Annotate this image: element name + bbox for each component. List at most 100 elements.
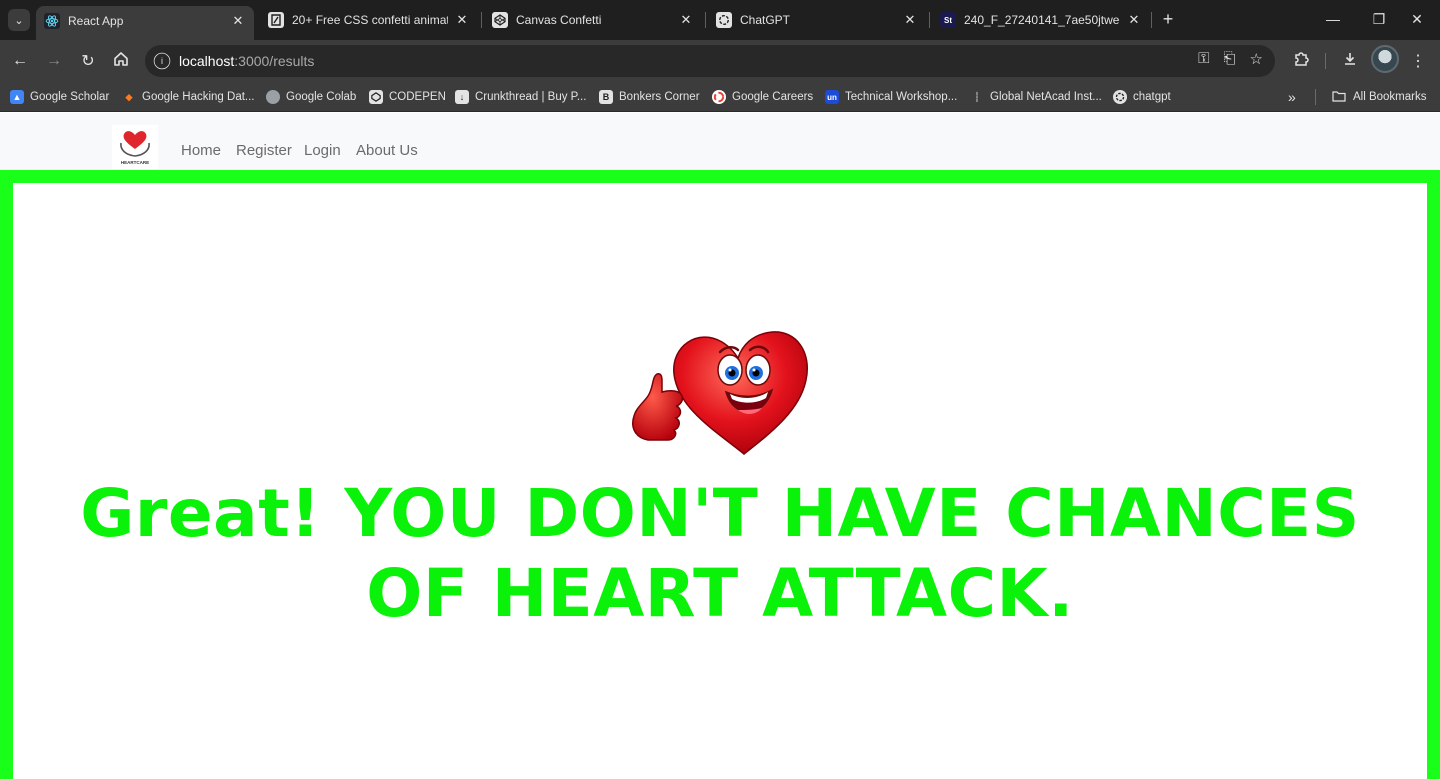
plus-icon: + (1162, 8, 1174, 29)
install-app-icon[interactable]: ⎗ (1224, 50, 1236, 68)
scholar-icon: ▲ (10, 90, 24, 104)
bookmark-label: Global NetAcad Inst... (990, 91, 1102, 103)
tab-react-app[interactable]: React App ✕ (36, 6, 254, 40)
minimize-button[interactable]: — (1310, 0, 1356, 38)
site-info-icon[interactable]: i (153, 52, 171, 70)
bookmarks-overflow-button[interactable]: » (1288, 87, 1296, 107)
tab-title: 240_F_27240141_7ae50jtwe7zyl (964, 13, 1120, 27)
bookmark-label: Google Hacking Dat... (142, 91, 255, 103)
more-vertical-icon: ⋮ (1410, 53, 1426, 70)
bookmark-bonkers-corner[interactable]: B Bonkers Corner (599, 87, 700, 107)
all-bookmarks-button[interactable]: All Bookmarks (1332, 87, 1427, 107)
result-message: Great! YOU DON'T HAVE CHANCES OF HEART A… (80, 475, 1360, 632)
reload-icon: ↻ (81, 53, 95, 70)
extensions-button[interactable] (1289, 49, 1313, 73)
bookmark-label: Crunkthread | Buy P... (475, 91, 587, 103)
stock-icon: St (940, 12, 956, 28)
arrow-right-icon: → (46, 52, 62, 69)
bonkers-icon: B (599, 90, 613, 104)
bookmark-label: CODEPEN (389, 91, 446, 103)
forward-button[interactable]: → (42, 49, 66, 73)
reload-button[interactable]: ↻ (76, 49, 100, 73)
bookmark-label: Google Careers (732, 91, 814, 103)
hacking-icon: ◆ (125, 91, 133, 102)
all-bookmarks-label: All Bookmarks (1353, 91, 1427, 103)
browser-toolbar: ← → ↻ i localhost:3000/results ⚿ ⎗ ☆ ⋮ (0, 40, 1440, 82)
restore-icon: ❐ (1372, 10, 1386, 27)
back-button[interactable]: ← (8, 49, 32, 73)
downloads-button[interactable] (1338, 49, 1362, 73)
chatgpt-icon (716, 12, 732, 28)
tab-separator (705, 12, 706, 28)
home-button[interactable] (109, 49, 133, 73)
codepen-icon (369, 90, 383, 104)
minimize-icon: — (1326, 11, 1340, 27)
new-tab-button[interactable]: + (1157, 8, 1179, 30)
tab-title: React App (68, 14, 124, 28)
tab-canvas-confetti[interactable]: Canvas Confetti ✕ (484, 6, 702, 34)
bookmarks-bar: ▲ Google Scholar ◆ Google Hacking Dat...… (0, 82, 1440, 112)
bookmark-label: Technical Workshop... (845, 91, 958, 103)
chevron-down-icon: ⌄ (14, 14, 24, 27)
tab-separator (929, 12, 930, 28)
freefrontend-icon (268, 12, 284, 28)
nav-about-us[interactable]: About Us (356, 142, 418, 159)
logo-text: HEARTCARE (121, 160, 149, 165)
puzzle-icon (1293, 51, 1309, 72)
bookmark-global-netacad[interactable]: ┇ Global NetAcad Inst... (970, 87, 1102, 107)
nav-home[interactable]: Home (181, 142, 221, 159)
app-navbar: HEARTCARE Home Register Login About Us (0, 113, 1440, 170)
brand-logo[interactable]: HEARTCARE (112, 125, 158, 169)
close-tab-icon[interactable]: ✕ (678, 12, 694, 28)
bookmark-label: Google Colab (286, 91, 357, 103)
tab-css-confetti[interactable]: 20+ Free CSS confetti animation ✕ (260, 6, 478, 34)
tab-title: 20+ Free CSS confetti animation (292, 13, 448, 27)
google-icon (712, 90, 726, 104)
close-icon: ✕ (1411, 10, 1423, 27)
bookmark-chatgpt[interactable]: chatgpt (1113, 87, 1171, 107)
react-icon (44, 13, 60, 29)
folder-icon (1332, 90, 1346, 105)
tab-stock-image[interactable]: St 240_F_27240141_7ae50jtwe7zyl ✕ (932, 6, 1150, 34)
close-tab-icon[interactable]: ✕ (230, 13, 246, 29)
toolbar-divider (1325, 53, 1326, 69)
tab-title: Canvas Confetti (516, 13, 602, 27)
browser-tab-strip: ⌄ React App ✕ 20+ Free CSS confetti anim… (0, 0, 1440, 40)
bookmark-google-hacking[interactable]: ◆ Google Hacking Dat... (122, 87, 255, 107)
bookmark-google-scholar[interactable]: ▲ Google Scholar (10, 87, 109, 107)
crunkthread-icon: ↓ (455, 90, 469, 104)
home-icon (113, 51, 129, 72)
profile-avatar[interactable] (1371, 45, 1399, 73)
tab-separator (1151, 12, 1152, 28)
bookmark-technical-workshop[interactable]: un Technical Workshop... (825, 87, 957, 107)
tab-chatgpt[interactable]: ChatGPT ✕ (708, 6, 926, 34)
bookmark-codepen[interactable]: CODEPEN (369, 87, 446, 107)
browser-menu-button[interactable]: ⋮ (1406, 49, 1430, 73)
chatgpt-icon (1113, 90, 1127, 104)
download-icon (1342, 51, 1358, 72)
address-path: :3000/results (234, 53, 315, 69)
colab-icon (266, 90, 280, 104)
tab-title: ChatGPT (740, 13, 791, 27)
tab-search-button[interactable]: ⌄ (8, 9, 30, 31)
bookmark-star-icon[interactable]: ☆ (1250, 50, 1263, 68)
bookmark-google-careers[interactable]: Google Careers (712, 87, 813, 107)
thumbs-up-heart-icon (632, 331, 808, 455)
codepen-icon (492, 12, 508, 28)
close-tab-icon[interactable]: ✕ (902, 12, 918, 28)
nav-register[interactable]: Register (236, 142, 292, 159)
password-key-icon[interactable]: ⚿ (1198, 50, 1209, 68)
bookmark-google-colab[interactable]: Google Colab (266, 87, 356, 107)
arrow-left-icon: ← (12, 52, 28, 69)
bookmark-crunkthread[interactable]: ↓ Crunkthread | Buy P... (455, 87, 586, 107)
bookmark-label: Google Scholar (30, 91, 110, 103)
unstop-icon: un (825, 90, 839, 104)
address-bar[interactable]: i localhost:3000/results ⚿ ⎗ ☆ (145, 45, 1275, 77)
tab-separator (481, 12, 482, 28)
close-tab-icon[interactable]: ✕ (1126, 12, 1142, 28)
nav-login[interactable]: Login (304, 142, 341, 159)
close-window-button[interactable]: ✕ (1394, 0, 1440, 38)
bookmark-label: Bonkers Corner (619, 91, 700, 103)
close-tab-icon[interactable]: ✕ (454, 12, 470, 28)
address-host: localhost (179, 53, 235, 69)
